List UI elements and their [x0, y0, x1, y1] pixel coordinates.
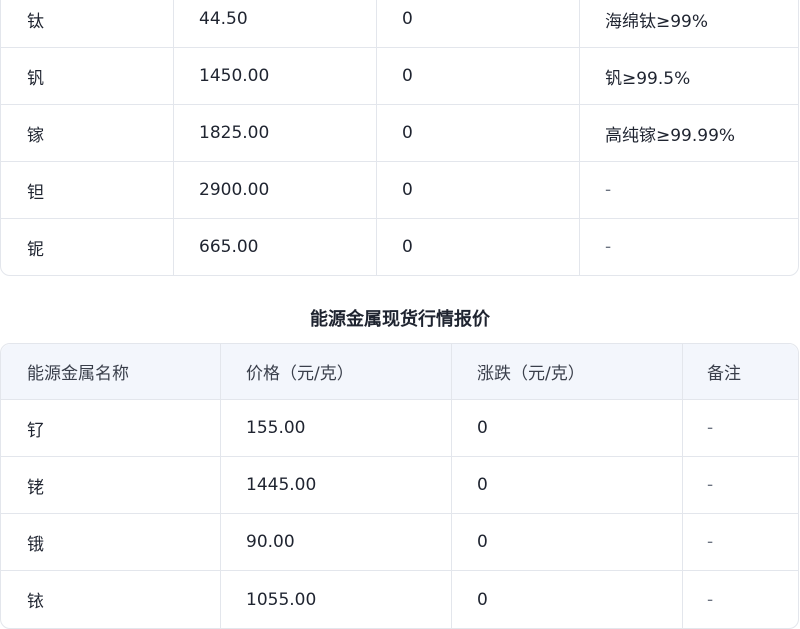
- table-row: 铌 665.00 0 -: [1, 219, 798, 275]
- metal-name-cell: 铌: [1, 219, 174, 275]
- metal-name-cell: 镓: [1, 105, 174, 161]
- remark-cell: -: [707, 532, 714, 552]
- price-cell: 44.50: [174, 0, 377, 47]
- section-title: 能源金属现货行情报价: [310, 309, 490, 330]
- change-cell: 0: [377, 219, 580, 275]
- table-row: 镓 1825.00 0 高纯镓≥99.99%: [1, 105, 798, 162]
- price-cell: 1055.00: [221, 571, 452, 628]
- price-cell: 1445.00: [221, 457, 452, 513]
- table-row: 钌 155.00 0 -: [1, 400, 798, 457]
- remark-cell: 海绵钛≥99%: [605, 11, 709, 32]
- change-cell: 0: [377, 162, 580, 218]
- metal-name-cell: 铑: [1, 457, 221, 513]
- table-row: 锇 90.00 0 -: [1, 514, 798, 571]
- remark-cell: -: [605, 180, 612, 200]
- header-price: 价格（元/克）: [221, 344, 452, 399]
- change-cell: 0: [452, 514, 683, 570]
- metal-name-cell: 钛: [1, 0, 174, 47]
- metal-name-cell: 钒: [1, 48, 174, 104]
- change-cell: 0: [452, 457, 683, 513]
- change-cell: 0: [452, 400, 683, 456]
- change-cell: 0: [377, 48, 580, 104]
- change-cell: 0: [452, 571, 683, 628]
- table-row: 铱 1055.00 0 -: [1, 571, 798, 628]
- metal-name-cell: 钽: [1, 162, 174, 218]
- remark-cell: -: [707, 418, 714, 438]
- price-cell: 1450.00: [174, 48, 377, 104]
- change-cell: 0: [377, 0, 580, 47]
- metal-name-cell: 铱: [1, 571, 221, 628]
- remark-cell: 钒≥99.5%: [605, 68, 691, 89]
- price-cell: 90.00: [221, 514, 452, 570]
- header-metal-name: 能源金属名称: [1, 344, 221, 399]
- table-row: 铑 1445.00 0 -: [1, 457, 798, 514]
- change-cell: 0: [377, 105, 580, 161]
- energy-metal-price-table: 能源金属名称 价格（元/克） 涨跌（元/克） 备注 钌 155.00 0 - 铑…: [0, 343, 799, 629]
- metal-name-cell: 锇: [1, 514, 221, 570]
- table-row: 钛 44.50 0 海绵钛≥99%: [1, 0, 798, 48]
- header-change: 涨跌（元/克）: [452, 344, 683, 399]
- metal-name-cell: 钌: [1, 400, 221, 456]
- table-row: 钒 1450.00 0 钒≥99.5%: [1, 48, 798, 105]
- table-header-row: 能源金属名称 价格（元/克） 涨跌（元/克） 备注: [1, 344, 798, 400]
- header-remark: 备注: [707, 364, 741, 384]
- price-cell: 2900.00: [174, 162, 377, 218]
- precious-metal-price-table: 钛 44.50 0 海绵钛≥99% 钒 1450.00 0 钒≥99.5% 镓 …: [0, 0, 799, 276]
- price-cell: 1825.00: [174, 105, 377, 161]
- remark-cell: -: [707, 589, 714, 610]
- price-cell: 665.00: [174, 219, 377, 275]
- remark-cell: -: [605, 237, 612, 257]
- price-cell: 155.00: [221, 400, 452, 456]
- remark-cell: 高纯镓≥99.99%: [605, 125, 736, 146]
- remark-cell: -: [707, 475, 714, 495]
- table-row: 钽 2900.00 0 -: [1, 162, 798, 219]
